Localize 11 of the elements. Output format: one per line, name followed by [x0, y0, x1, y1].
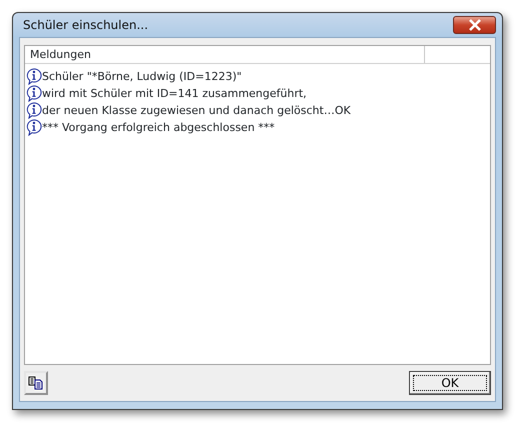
message-text: der neuen Klasse zugewiesen und danach gelöscht…OK [42, 102, 351, 118]
close-button[interactable] [453, 16, 496, 34]
message-text: wird mit Schüler mit ID=141 zusammengeführt, [42, 86, 307, 102]
copy-button[interactable] [24, 371, 48, 395]
window-title: Schüler einschulen... [23, 17, 148, 34]
column-header[interactable]: Meldungen [25, 46, 425, 63]
message-text: Schüler "*Börne, Ludwig (ID=1223)" [42, 68, 242, 84]
close-icon [468, 19, 482, 31]
copy-icon [28, 376, 44, 390]
ok-button[interactable]: OK [409, 371, 491, 395]
message-text: *** Vorgang erfolgreich abgeschlossen *** [42, 120, 275, 136]
